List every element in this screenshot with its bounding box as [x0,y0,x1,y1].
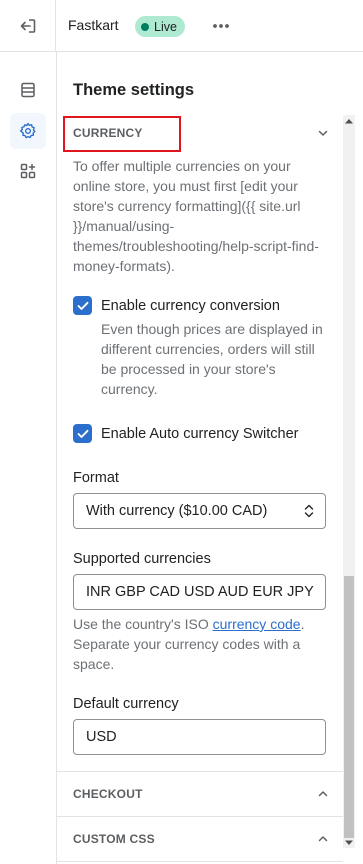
checkout-section-header[interactable]: CHECKOUT [73,779,328,809]
supported-currencies-input[interactable] [73,574,326,610]
currency-highlight-box [63,116,181,152]
checkbox-checked-icon[interactable] [73,296,92,315]
supported-help-prefix: Use the country's ISO [73,616,213,632]
scroll-down-arrow-icon[interactable] [345,840,353,846]
select-arrows-icon [304,504,314,518]
checkout-section-label: CHECKOUT [73,787,143,801]
top-bar: Fastkart Live [0,0,363,52]
rail-item-sections[interactable] [10,72,46,108]
panel-title: Theme settings [73,81,195,99]
store-name: Fastkart [68,17,119,33]
exit-icon [20,19,35,33]
enable-currency-conversion-label: Enable currency conversion [101,297,280,314]
format-select[interactable]: With currency ($10.00 CAD) [73,493,326,529]
supported-currencies-label: Supported currencies [73,551,211,567]
enable-auto-currency-switcher-label: Enable Auto currency Switcher [101,425,299,442]
theme-settings-panel: Theme settings CURRENCY To offer multipl… [57,52,363,864]
currency-description: To offer multiple currencies on your onl… [73,158,319,274]
default-currency-input[interactable] [73,719,326,755]
enable-auto-currency-switcher-checkbox[interactable]: Enable Auto currency Switcher [73,424,298,443]
chevron-down-icon [318,130,328,136]
gear-icon [19,122,36,139]
currency-conversion-help: Even though prices are displayed in diff… [101,321,323,397]
supported-currencies-help: Use the country's ISO currency code. Sep… [73,614,329,674]
status-badge-label: Live [154,19,177,34]
format-select-value: With currency ($10.00 CAD) [86,503,268,519]
custom-css-section-header[interactable]: CUSTOM CSS [73,824,328,854]
format-label: Format [73,470,119,486]
scrollbar-thumb[interactable] [344,576,354,838]
default-currency-label: Default currency [73,696,179,712]
section-divider [57,771,343,772]
status-badge: Live [135,16,185,37]
chevron-up-icon [318,791,328,797]
sections-icon [21,82,35,98]
section-divider [57,861,343,862]
rail-item-theme-settings[interactable] [10,113,46,149]
more-horizontal-icon [213,24,229,28]
rail-item-app-embeds[interactable] [10,153,46,189]
scroll-up-arrow-icon[interactable] [345,118,353,124]
left-rail [0,52,57,864]
currency-code-link[interactable]: currency code [213,616,301,632]
custom-css-section-label: CUSTOM CSS [73,832,155,846]
live-dot-icon [141,22,149,31]
apps-icon [20,163,36,179]
exit-button[interactable] [0,0,56,52]
more-actions-button[interactable] [208,16,234,36]
section-divider [57,816,343,817]
enable-currency-conversion-checkbox[interactable]: Enable currency conversion [73,296,280,315]
chevron-up-icon [318,836,328,842]
checkbox-checked-icon[interactable] [73,424,92,443]
